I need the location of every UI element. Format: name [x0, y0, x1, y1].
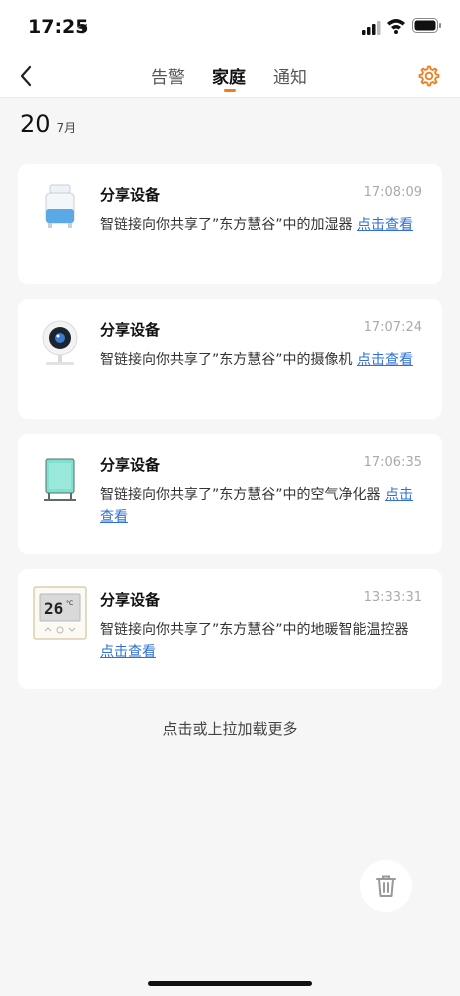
notification-card[interactable]: 分享设备 17:07:24 智链接向你共享了”东方慧谷”中的摄像机 点击查看	[18, 299, 442, 419]
date-day: 20	[20, 110, 51, 138]
notification-message: 智链接向你共享了”东方慧谷”中的地暖智能温控器 点击查看	[100, 622, 409, 660]
thermostat-icon: 26 °C	[32, 585, 88, 641]
home-indicator	[148, 981, 312, 986]
view-details-link[interactable]: 点击查看	[357, 352, 413, 368]
notification-time: 13:33:31	[363, 590, 422, 605]
date-header: 20 7月	[20, 110, 76, 138]
notification-time: 17:06:35	[363, 455, 422, 470]
thermostat-reading: 26	[44, 599, 63, 618]
view-details-link[interactable]: 点击查看	[357, 217, 413, 233]
notification-card[interactable]: 26 °C 分享设备 13:33:31 智链接向你共享了”东方慧谷”中的地暖智能…	[18, 569, 442, 689]
battery-icon	[412, 18, 442, 37]
load-more-button[interactable]: 点击或上拉加载更多	[0, 718, 460, 739]
trash-icon	[376, 875, 396, 897]
notification-message: 智链接向你共享了”东方慧谷”中的摄像机 点击查看	[100, 352, 413, 368]
tab-home[interactable]: 家庭	[212, 63, 246, 88]
tab-bar: 告警 家庭 通知	[0, 54, 460, 98]
gear-icon	[418, 65, 440, 87]
humidifier-icon	[34, 182, 86, 234]
tab-notifications[interactable]: 通知	[273, 63, 307, 88]
notification-message: 智链接向你共享了”东方慧谷”中的空气净化器 点击查看	[100, 487, 413, 525]
navigation-bar: 告警 家庭 通知	[0, 54, 460, 98]
notification-card[interactable]: 分享设备 17:06:35 智链接向你共享了”东方慧谷”中的空气净化器 点击查看	[18, 434, 442, 554]
active-tab-indicator	[224, 89, 236, 92]
location-arrow-icon	[76, 20, 88, 39]
wifi-icon	[386, 18, 406, 38]
notification-card[interactable]: 分享设备 17:08:09 智链接向你共享了”东方慧谷”中的加湿器 点击查看	[18, 164, 442, 284]
notification-time: 17:08:09	[363, 185, 422, 200]
settings-button[interactable]	[414, 61, 444, 91]
notification-time: 17:07:24	[363, 320, 422, 335]
notification-title: 分享设备	[100, 456, 161, 474]
notification-title: 分享设备	[100, 591, 161, 609]
delete-button[interactable]	[360, 860, 412, 912]
notification-title: 分享设备	[100, 186, 161, 204]
camera-icon	[34, 317, 86, 369]
air-purifier-icon	[34, 452, 86, 504]
tab-alarm[interactable]: 告警	[151, 63, 185, 88]
cellular-signal-icon	[362, 20, 382, 39]
svg-text:°C: °C	[66, 600, 73, 607]
view-details-link[interactable]: 点击查看	[100, 644, 156, 660]
notification-message: 智链接向你共享了”东方慧谷”中的加湿器 点击查看	[100, 217, 413, 233]
date-month: 7月	[56, 121, 77, 135]
notification-title: 分享设备	[100, 321, 161, 339]
status-bar: 17:25	[0, 0, 460, 54]
